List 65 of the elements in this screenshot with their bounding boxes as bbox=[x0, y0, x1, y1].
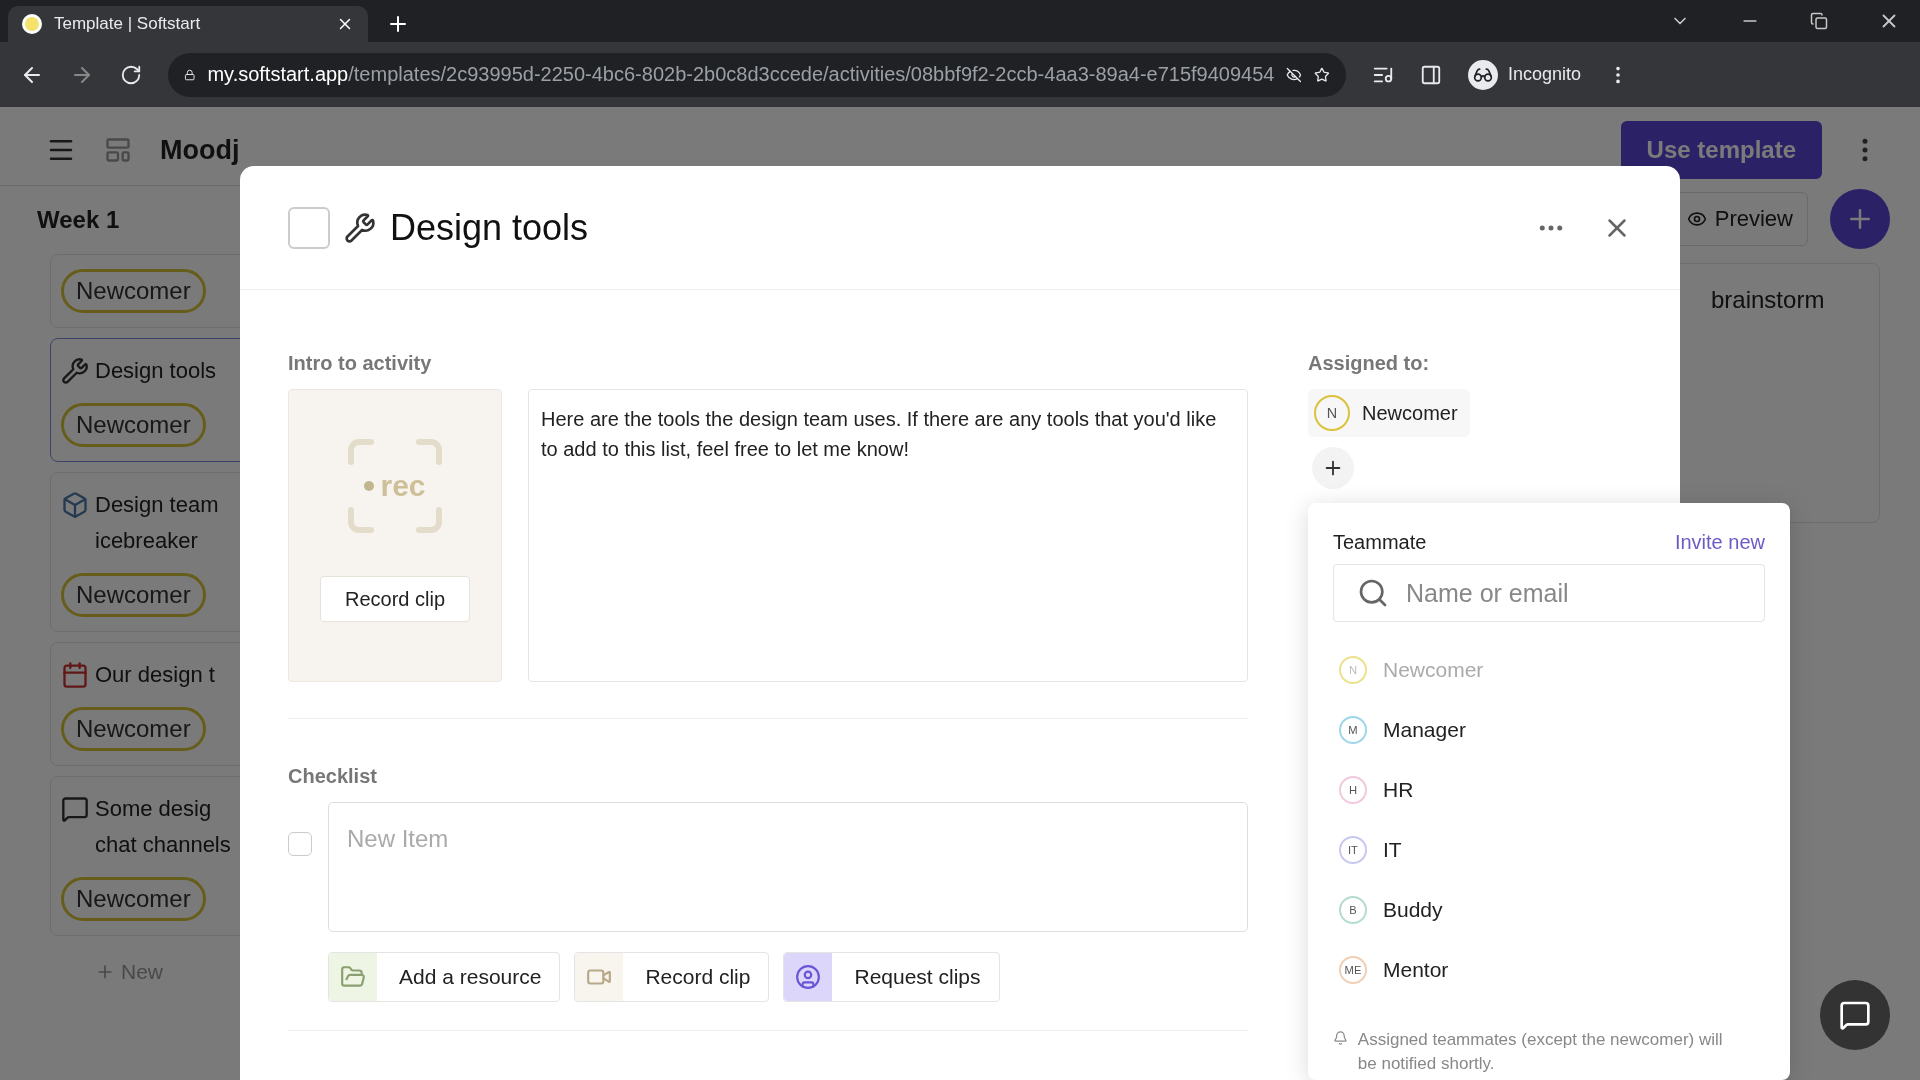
teammate-option[interactable]: M Manager bbox=[1333, 700, 1765, 760]
cube-icon bbox=[61, 491, 89, 519]
eye-icon bbox=[1686, 209, 1707, 229]
action-button[interactable]: Request clips bbox=[783, 952, 1000, 1002]
avatar-icon: H bbox=[1339, 776, 1367, 804]
reload-icon[interactable] bbox=[120, 63, 142, 86]
chat-icon bbox=[1839, 999, 1871, 1031]
role-tag: Newcomer bbox=[61, 573, 206, 617]
notification-note: Assigned teammates (except the newcomer) will be notified shortly. bbox=[1357, 1029, 1724, 1075]
teammate-option[interactable]: ME Mentor bbox=[1333, 940, 1765, 1000]
template-icon bbox=[104, 136, 132, 164]
card-title: Design tools bbox=[95, 357, 217, 385]
search-icon bbox=[1357, 577, 1389, 609]
card-title: Design team icebreaker bbox=[95, 491, 219, 555]
rec-label: rec bbox=[380, 469, 426, 503]
restore-icon[interactable] bbox=[1810, 12, 1828, 30]
add-button[interactable] bbox=[1830, 189, 1890, 249]
intro-text-field[interactable]: Here are the tools the design team uses. If there are any tools that you'd like to add to this list, feel free to let me know! bbox=[528, 389, 1248, 682]
checklist-item-field[interactable]: New Item bbox=[328, 802, 1248, 932]
role-tag: Newcomer bbox=[61, 403, 206, 447]
teammate-option[interactable]: B Buddy bbox=[1333, 880, 1765, 940]
avatar-icon: N bbox=[1314, 395, 1350, 431]
address-bar[interactable]: my.softstart.app/templates/2c93995d-2250-4bc6-802b-2b0c8d3ccede/activities/08bbf9f2-2ccb-4aa3-89a4-e715f9409454 bbox=[168, 52, 1346, 97]
add-assignee-button[interactable] bbox=[1312, 447, 1354, 489]
action-button[interactable]: Add a resource bbox=[328, 952, 561, 1002]
done-checkbox[interactable] bbox=[288, 206, 330, 249]
checkbox[interactable] bbox=[288, 832, 312, 856]
teammate-option[interactable]: H HR bbox=[1333, 760, 1765, 820]
bell-icon bbox=[1333, 1028, 1348, 1048]
chat-icon bbox=[61, 795, 89, 823]
avatar-icon: IT bbox=[1339, 836, 1367, 864]
url-text: my.softstart.app/templates/2c93995d-2250-4bc6-802b-2b0c8d3ccede/activities/08bbf9f2-2ccb-4aa3-89a4-e715f9409454 bbox=[207, 63, 1275, 86]
record-clip-button[interactable]: Record clip bbox=[319, 576, 470, 622]
teammate-option[interactable]: IT IT bbox=[1333, 820, 1765, 880]
avatar-icon: ME bbox=[1339, 956, 1367, 984]
calendar-icon bbox=[61, 661, 89, 689]
action-button[interactable]: Record clip bbox=[574, 952, 770, 1002]
video-camera-icon bbox=[575, 953, 624, 1001]
page-title: Moodj bbox=[160, 134, 240, 166]
dot-icon bbox=[364, 481, 375, 491]
tab-title: Template | Softstart bbox=[54, 14, 202, 34]
card-title: Some desig chat channels bbox=[95, 795, 231, 859]
card-title: Our design t bbox=[95, 661, 215, 689]
side-panel-icon[interactable] bbox=[1420, 63, 1442, 86]
assignee-chip[interactable]: N Newcomer bbox=[1308, 389, 1470, 437]
role-tag: Newcomer bbox=[61, 877, 206, 921]
week-heading: Week 1 bbox=[37, 206, 120, 234]
dialog-title: Design tools bbox=[390, 206, 589, 249]
avatar-icon: B bbox=[1339, 896, 1367, 924]
dropdown-heading: Teammate bbox=[1333, 531, 1427, 554]
section-label: Assigned to: bbox=[1308, 352, 1430, 375]
incognito-button[interactable]: Incognito bbox=[1468, 59, 1582, 90]
search-field[interactable]: Name or email bbox=[1333, 564, 1765, 622]
wrench-icon bbox=[344, 211, 376, 244]
role-tag: Newcomer bbox=[61, 269, 206, 313]
invite-link[interactable]: Invite new bbox=[1674, 531, 1765, 554]
favicon-icon bbox=[22, 14, 42, 34]
avatar-icon: N bbox=[1339, 656, 1367, 684]
wrench-icon bbox=[61, 357, 89, 385]
card-title: brainstorm bbox=[1711, 286, 1825, 313]
frame-icon bbox=[347, 438, 443, 534]
avatar-icon: M bbox=[1339, 716, 1367, 744]
browser-tab[interactable]: Template | Softstart bbox=[8, 6, 368, 42]
folder-icon bbox=[329, 953, 377, 1001]
role-tag: Newcomer bbox=[61, 707, 206, 751]
